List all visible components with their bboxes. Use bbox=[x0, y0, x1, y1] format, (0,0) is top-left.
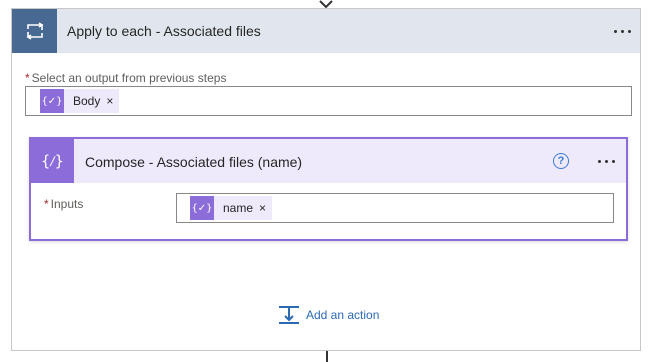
name-token[interactable]: {✓} name × bbox=[190, 196, 273, 220]
more-icon bbox=[613, 29, 617, 33]
body-token[interactable]: {✓} Body × bbox=[40, 89, 120, 113]
flow-connector-line bbox=[326, 351, 328, 362]
output-select-input[interactable]: {✓} Body × bbox=[25, 86, 632, 116]
more-options-button[interactable] bbox=[610, 21, 634, 41]
apply-to-each-title: Apply to each - Associated files bbox=[67, 23, 261, 39]
inputs-field[interactable]: {✓} name × bbox=[176, 193, 614, 223]
apply-to-each-card: Apply to each - Associated files * Select… bbox=[11, 8, 641, 351]
remove-token-button[interactable]: × bbox=[106, 94, 113, 108]
add-action-icon bbox=[279, 306, 299, 324]
add-action-button[interactable]: Add an action bbox=[278, 305, 379, 325]
remove-token-button[interactable]: × bbox=[259, 201, 266, 215]
expression-token-icon: {✓} bbox=[190, 196, 214, 220]
help-icon[interactable]: ? bbox=[553, 153, 569, 169]
compose-icon: {∕} bbox=[31, 139, 74, 183]
output-field-label: * Select an output from previous steps bbox=[25, 71, 227, 85]
apply-to-each-header[interactable]: Apply to each - Associated files bbox=[12, 9, 640, 53]
add-action-label: Add an action bbox=[306, 308, 380, 322]
loop-icon bbox=[12, 9, 57, 53]
compose-more-options-button[interactable] bbox=[594, 151, 618, 171]
more-icon bbox=[597, 159, 601, 163]
token-label: name bbox=[223, 201, 254, 215]
compose-header[interactable]: {∕} Compose - Associated files (name) ? bbox=[31, 139, 626, 183]
expression-token-icon: {✓} bbox=[40, 89, 64, 113]
token-label: Body bbox=[73, 94, 101, 108]
compose-card: {∕} Compose - Associated files (name) ? … bbox=[29, 137, 628, 241]
inputs-field-label: * Inputs bbox=[44, 197, 84, 211]
compose-title: Compose - Associated files (name) bbox=[85, 154, 303, 170]
flow-connector-arrow-icon bbox=[319, 0, 333, 8]
